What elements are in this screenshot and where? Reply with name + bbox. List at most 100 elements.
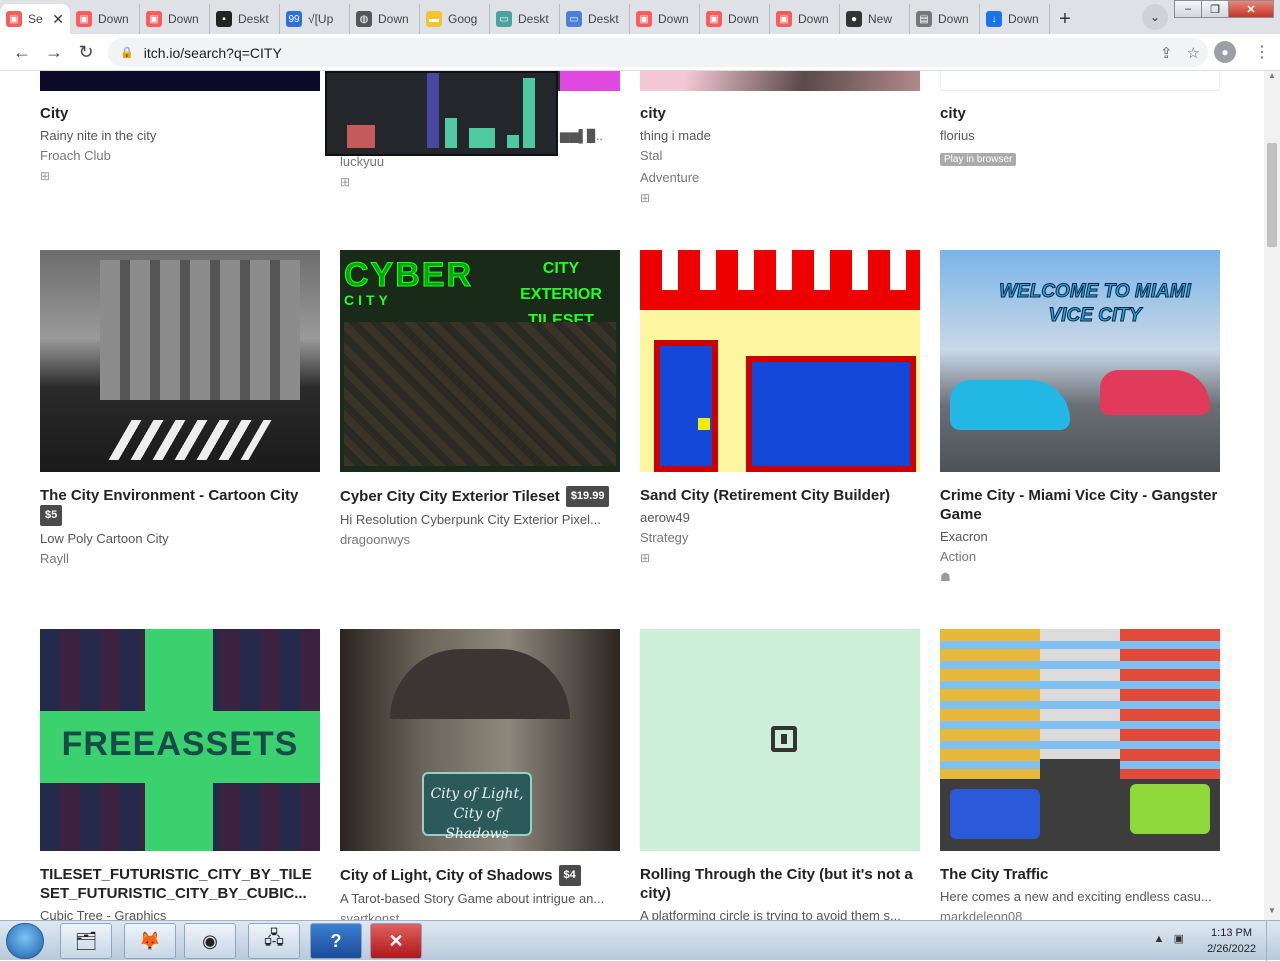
- game-thumbnail[interactable]: FREEASSETS: [40, 629, 320, 851]
- game-title[interactable]: TILESET_FUTURISTIC_CITY_BY_TILESET_FUTUR…: [40, 865, 320, 903]
- start-button[interactable]: [6, 923, 44, 959]
- game-author[interactable]: Rayll: [40, 548, 320, 570]
- game-cell[interactable]: The City Environment - Cartoon City $5 Lo…: [40, 250, 320, 570]
- browser-tab[interactable]: ▣ Se ✕: [0, 4, 70, 34]
- game-title[interactable]: Cyber City City Exterior Tileset $19.99: [340, 486, 620, 507]
- game-author[interactable]: aerow49: [640, 509, 920, 527]
- tab-label: Down: [378, 12, 409, 26]
- game-author[interactable]: dragoonwys: [340, 529, 620, 551]
- scroll-up-icon[interactable]: ▲: [1264, 71, 1280, 85]
- browser-tab[interactable]: ● New: [840, 4, 910, 34]
- close-tab-icon[interactable]: ✕: [52, 11, 64, 28]
- scroll-thumb[interactable]: [1267, 143, 1277, 247]
- game-thumbnail[interactable]: [940, 71, 1220, 91]
- browser-tab[interactable]: ↓ Down: [980, 4, 1050, 34]
- network-icon: 🖧: [263, 928, 285, 948]
- reload-button[interactable]: ↻: [70, 36, 102, 68]
- chrome-taskbar-item[interactable]: ◉: [184, 923, 236, 959]
- game-thumbnail[interactable]: City of Light, City of Shadows: [340, 629, 620, 851]
- game-thumbnail[interactable]: [640, 71, 920, 91]
- game-title[interactable]: The City Environment - Cartoon City $5: [40, 486, 320, 526]
- scroll-down-icon[interactable]: ▼: [1264, 906, 1280, 920]
- game-title[interactable]: Sand City (Retirement City Builder): [640, 486, 920, 505]
- browser-tab[interactable]: ▬ Goog: [420, 4, 490, 34]
- explorer-taskbar-item[interactable]: 🗂: [60, 923, 112, 959]
- game-cell[interactable]: CYBER CITY CITY EXTERIOR TILESET Cyber C…: [340, 250, 620, 551]
- browser-tab[interactable]: ▣ Down: [700, 4, 770, 34]
- browser-tab[interactable]: ▣ Down: [770, 4, 840, 34]
- tray-display-icon[interactable]: ▣: [1174, 933, 1184, 945]
- game-thumbnail[interactable]: WELCOME TO MIAMI VICE CITY: [940, 250, 1220, 472]
- browser-tab[interactable]: ◍ Down: [350, 4, 420, 34]
- game-title[interactable]: city: [640, 104, 920, 123]
- maximize-button[interactable]: ❐: [1201, 0, 1229, 18]
- tab-search-button[interactable]: ⌄: [1142, 4, 1168, 30]
- game-title[interactable]: Crime City - Miami Vice City - Gangster …: [940, 486, 1220, 524]
- tray-chevron-icon[interactable]: ▲: [1154, 933, 1165, 945]
- game-thumbnail[interactable]: [640, 250, 920, 472]
- game-cell[interactable]: city florius Play in browser: [940, 71, 1220, 167]
- minimize-button[interactable]: –: [1174, 0, 1202, 18]
- game-cell[interactable]: The City Traffic Here comes a new and ex…: [940, 629, 1220, 920]
- game-thumbnail[interactable]: [40, 250, 320, 472]
- firefox-taskbar-item[interactable]: 🦊: [124, 923, 176, 959]
- browser-tab[interactable]: ▭ Deskt: [560, 4, 630, 34]
- browser-tab[interactable]: ▪ Deskt: [210, 4, 280, 34]
- game-title[interactable]: City: [40, 104, 320, 123]
- game-cell[interactable]: Rolling Through the City (but it's not a…: [640, 629, 920, 920]
- game-author[interactable]: Froach Club: [40, 145, 320, 167]
- android-icon: ☗: [940, 570, 951, 584]
- game-cell[interactable]: City Rainy nite in the city Froach Club …: [40, 71, 320, 183]
- bookmark-star-icon[interactable]: ☆: [1187, 44, 1200, 62]
- game-author[interactable]: Stal: [640, 145, 920, 167]
- game-author[interactable]: Cubic Tree - Graphics: [40, 907, 320, 920]
- game-author[interactable]: florius: [940, 127, 1220, 145]
- arrow-left-icon: ←: [13, 41, 31, 62]
- game-thumbnail[interactable]: [40, 71, 320, 91]
- close-window-button[interactable]: ✕: [1228, 0, 1274, 18]
- show-desktop-button[interactable]: [1266, 921, 1280, 961]
- help-taskbar-item[interactable]: ?: [310, 923, 362, 959]
- game-title[interactable]: The City Traffic: [940, 865, 1220, 884]
- itch-icon: ▣: [706, 11, 722, 27]
- browser-tab[interactable]: ▣ Down: [70, 4, 140, 34]
- browser-tab[interactable]: ▤ Down: [910, 4, 980, 34]
- game-genre[interactable]: Action: [940, 546, 1220, 568]
- browser-tab[interactable]: ▣ Down: [630, 4, 700, 34]
- game-author[interactable]: Exacron: [940, 528, 1220, 546]
- game-cell[interactable]: city thing i made Stal Adventure ⊞: [640, 71, 920, 205]
- game-thumbnail[interactable]: CYBER CITY CITY EXTERIOR TILESET: [340, 250, 620, 472]
- square-icon: [771, 726, 797, 752]
- game-author[interactable]: markdeleon08: [940, 906, 1220, 920]
- new-tab-button[interactable]: +: [1050, 4, 1080, 34]
- game-cell[interactable]: FREEASSETS TILESET_FUTURISTIC_CITY_BY_TI…: [40, 629, 320, 920]
- game-title[interactable]: city: [940, 104, 1220, 123]
- browser-tab[interactable]: ▣ Down: [140, 4, 210, 34]
- share-icon[interactable]: ⇪: [1160, 44, 1173, 62]
- profile-avatar[interactable]: ●: [1214, 41, 1236, 63]
- tab-label: Down: [1008, 12, 1039, 26]
- game-title[interactable]: Rolling Through the City (but it's not a…: [640, 865, 920, 903]
- forward-button[interactable]: →: [38, 36, 70, 68]
- browser-tab[interactable]: ▭ Deskt: [490, 4, 560, 34]
- browser-tab[interactable]: 99 √[Up: [280, 4, 350, 34]
- game-cell[interactable]: City of Light, City of Shadows City of L…: [340, 629, 620, 920]
- page-scrollbar[interactable]: ▲ ▼: [1264, 71, 1280, 920]
- back-button[interactable]: ←: [6, 36, 38, 68]
- game-genre[interactable]: Adventure: [640, 167, 920, 189]
- game-author[interactable]: svartkonst: [340, 908, 620, 920]
- game-thumbnail[interactable]: [640, 629, 920, 851]
- search-results: City Rainy nite in the city Froach Club …: [0, 71, 1264, 920]
- game-title[interactable]: City of Light, City of Shadows $4: [340, 865, 620, 886]
- clock[interactable]: 1:13 PM 2/26/2022: [1207, 925, 1256, 957]
- kebab-menu-icon[interactable]: ⋮: [1254, 42, 1270, 62]
- game-genre[interactable]: Strategy: [640, 527, 920, 549]
- page-icon: ▤: [916, 11, 932, 27]
- address-bar[interactable]: 🔒 itch.io/search?q=CITY ⇪ ☆: [108, 38, 1208, 67]
- network-taskbar-item[interactable]: 🖧: [248, 923, 300, 959]
- game-thumbnail[interactable]: [940, 629, 1220, 851]
- tab-label: √[Up: [308, 12, 334, 26]
- game-cell[interactable]: WELCOME TO MIAMI VICE CITY Crime City - …: [940, 250, 1220, 584]
- close-app-taskbar-item[interactable]: ✕: [370, 923, 422, 959]
- game-cell[interactable]: Sand City (Retirement City Builder) aero…: [640, 250, 920, 565]
